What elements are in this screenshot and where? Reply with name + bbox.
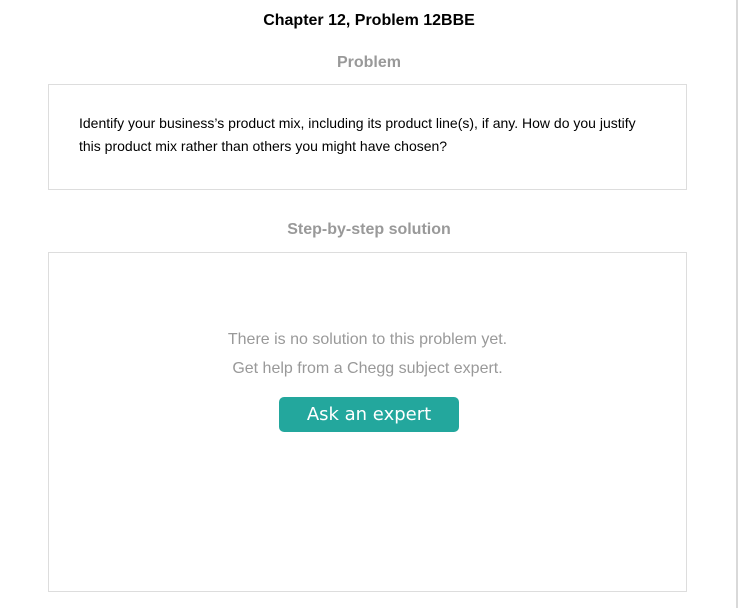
- problem-text: Identify your business’s product mix, in…: [79, 115, 636, 154]
- no-solution-message: There is no solution to this problem yet…: [227, 331, 508, 348]
- ask-an-expert-button[interactable]: Ask an expert: [279, 397, 459, 432]
- solution-heading: Step-by-step solution: [287, 221, 451, 238]
- problem-card: Identify your business’s product mix, in…: [48, 84, 687, 190]
- solution-card: There is no solution to this problem yet…: [48, 252, 687, 592]
- problem-heading: Problem: [336, 54, 401, 71]
- page-title: Chapter 12, Problem 12BBE: [263, 12, 475, 29]
- expert-help-message: Get help from a Chegg subject expert.: [232, 360, 503, 377]
